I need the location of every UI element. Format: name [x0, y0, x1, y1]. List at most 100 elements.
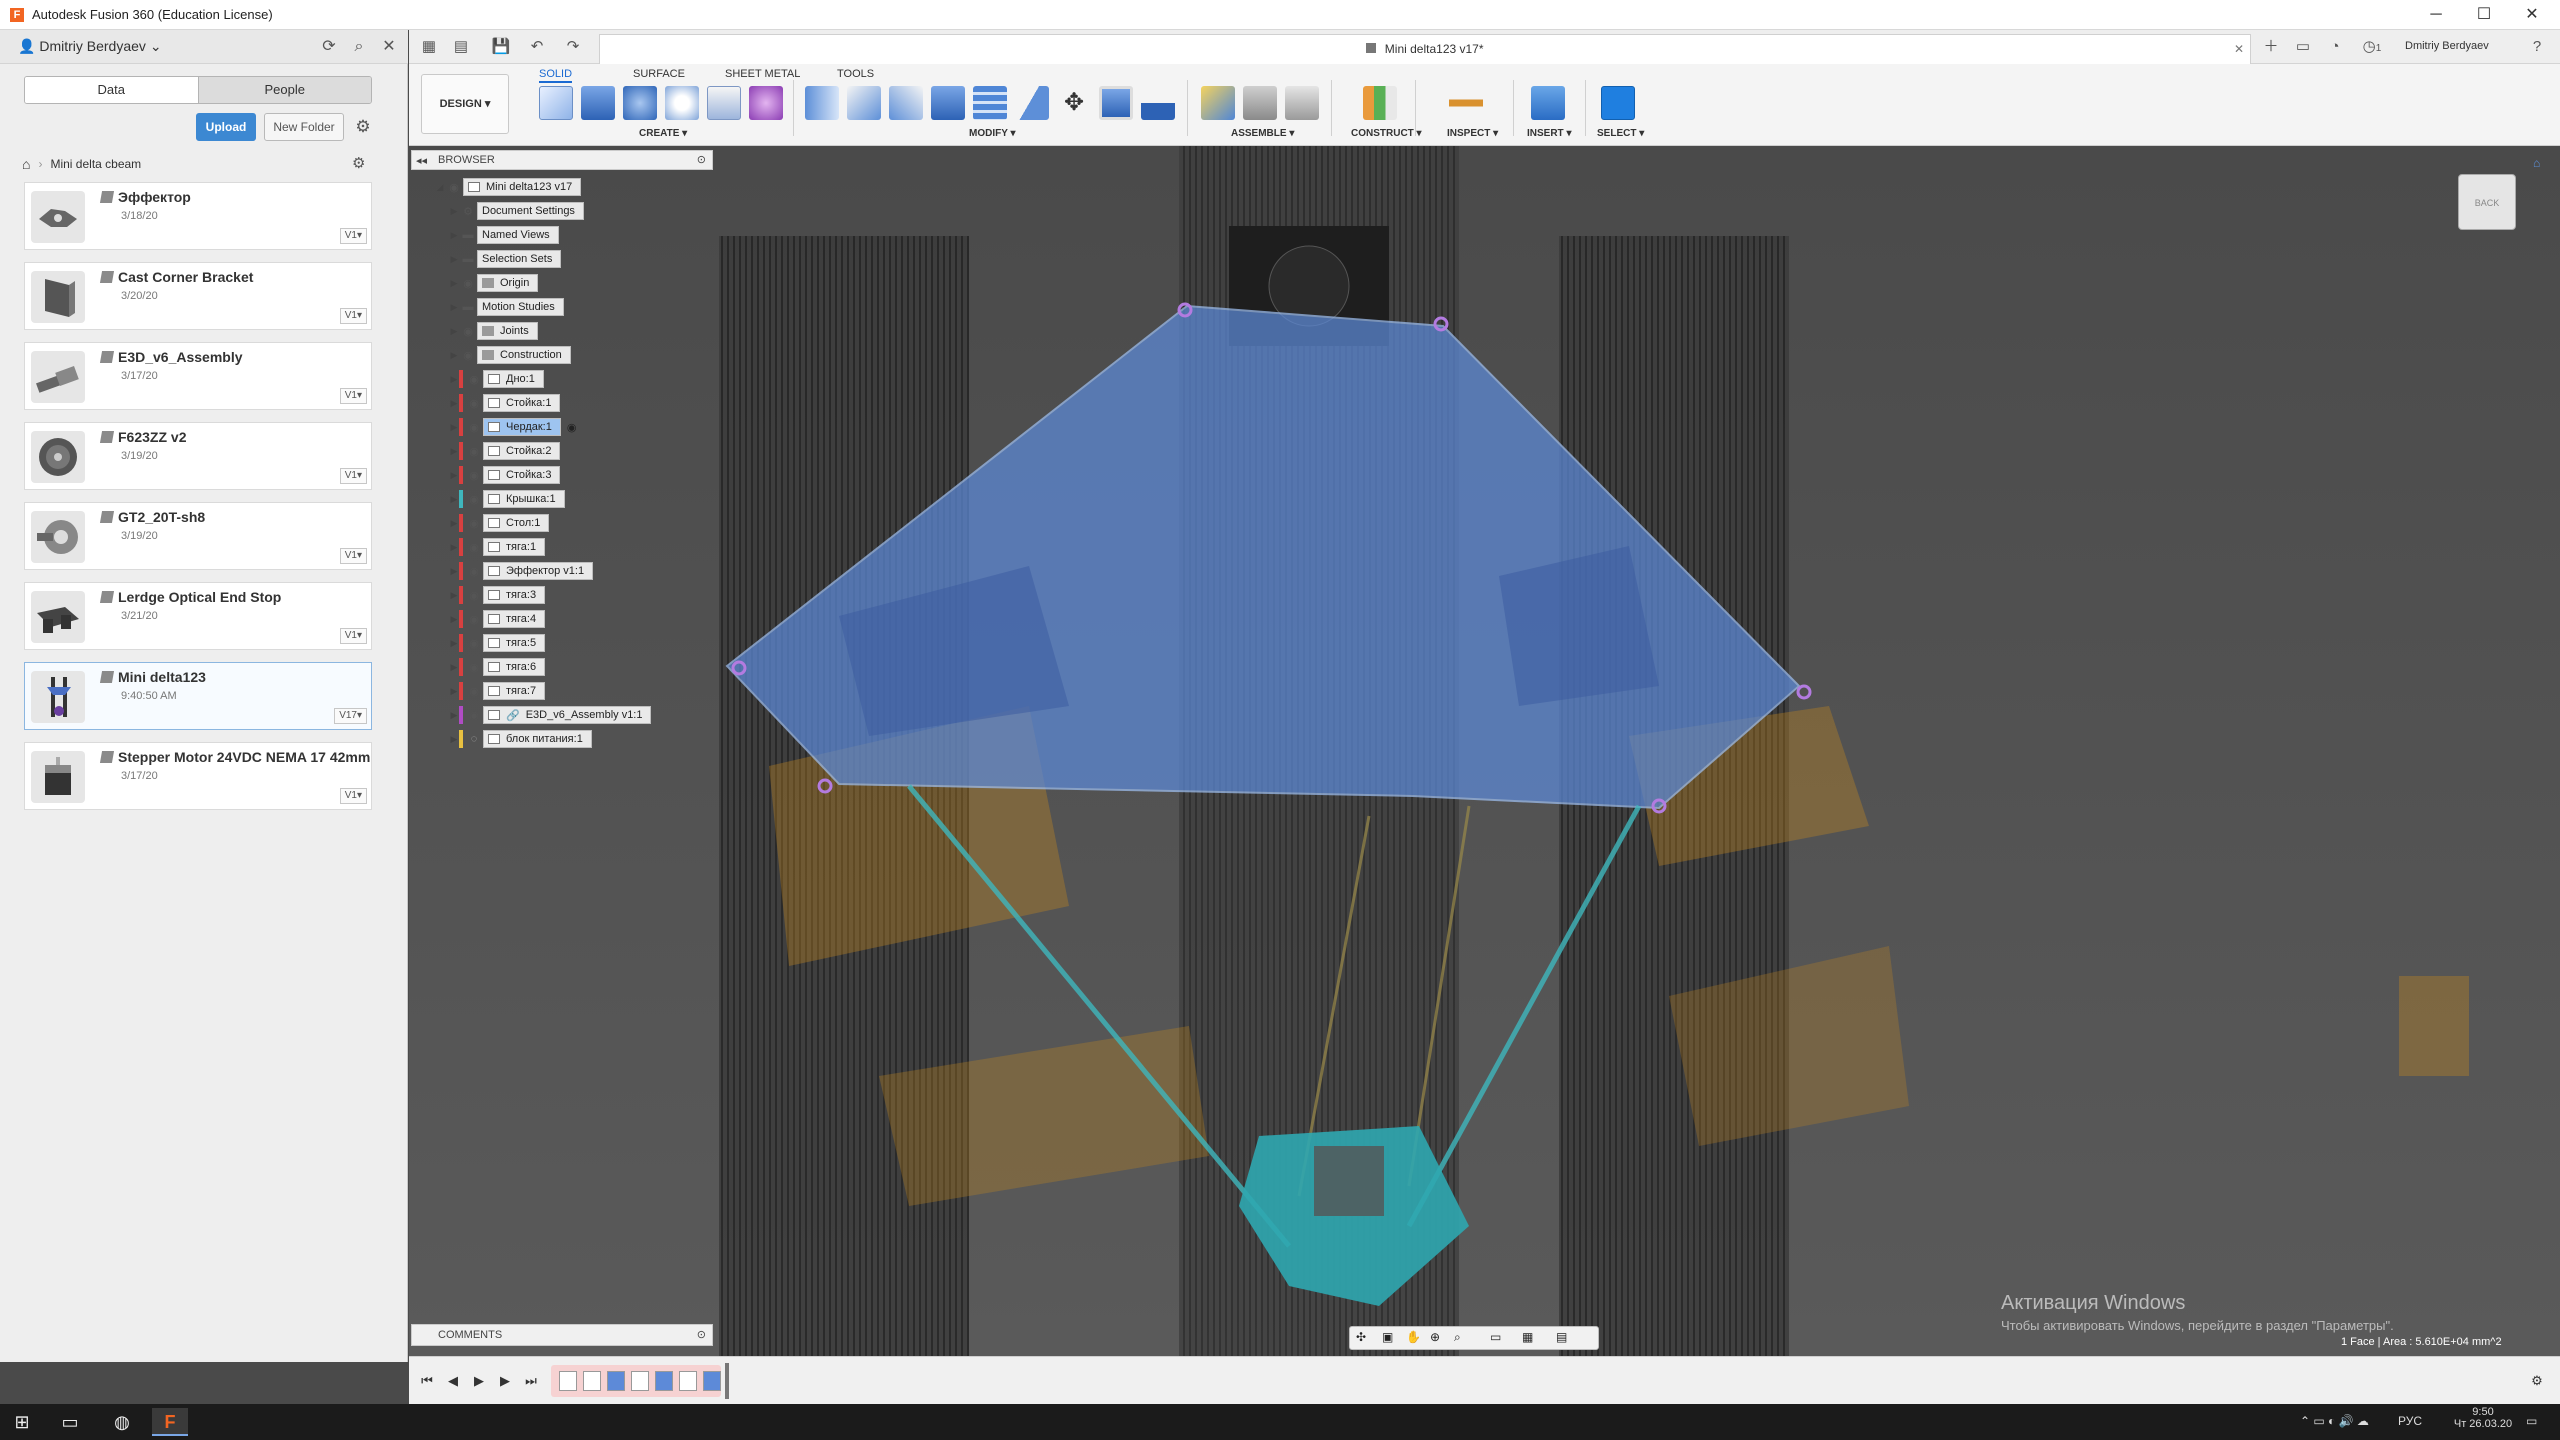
inspect-menu[interactable]: INSPECT ▾	[1447, 128, 1498, 139]
save-icon[interactable]: 💾	[489, 36, 513, 58]
account-menu[interactable]: Dmitriy Berdyaev	[2405, 40, 2489, 52]
expand-icon[interactable]: ▶	[449, 470, 459, 481]
expand-icon[interactable]: ▶	[449, 350, 459, 361]
version-badge[interactable]: V17▾	[334, 708, 367, 724]
select-icon[interactable]	[1601, 86, 1635, 120]
modify-menu[interactable]: MODIFY ▾	[969, 128, 1016, 139]
scale-icon[interactable]	[1099, 86, 1133, 120]
expand-icon[interactable]: ▶	[449, 302, 459, 313]
create-menu[interactable]: CREATE ▾	[639, 128, 687, 139]
visibility-icon[interactable]: ◉	[465, 589, 483, 602]
expand-icon[interactable]: ▶	[449, 710, 459, 721]
insert-image-icon[interactable]	[1531, 86, 1565, 120]
list-item[interactable]: Cast Corner Bracket 3/20/20 V1▾	[24, 262, 372, 330]
close-icon[interactable]: ✕	[378, 36, 400, 58]
expand-icon[interactable]: ▶	[449, 662, 459, 673]
orbit-icon[interactable]: ✣	[1356, 1330, 1366, 1344]
browser-node[interactable]: ▶ ◉ Construction	[449, 346, 571, 364]
browser-node[interactable]: ▶ ◉ Стойка:3	[449, 466, 561, 484]
redo-icon[interactable]: ↷	[561, 36, 585, 58]
browser-node[interactable]: ▶ ◉ Origin	[449, 274, 539, 292]
split-body-icon[interactable]	[1015, 86, 1049, 120]
version-badge[interactable]: V1▾	[339, 788, 367, 804]
undo-icon[interactable]: ↶	[525, 36, 549, 58]
fusion-taskbar-icon[interactable]: F	[152, 1408, 188, 1436]
chrome-icon[interactable]: ◍	[104, 1408, 140, 1436]
visibility-icon[interactable]: ◉	[459, 325, 477, 338]
comments-options-icon[interactable]: ⊙	[697, 1328, 706, 1341]
browser-node[interactable]: ▶ ◉ Стойка:2	[449, 442, 561, 460]
expand-icon[interactable]: ▶	[449, 566, 459, 577]
expand-icon[interactable]: ▶	[449, 614, 459, 625]
visibility-icon[interactable]: ◉	[465, 493, 483, 506]
version-badge[interactable]: V1▾	[339, 548, 367, 564]
grid-menu-icon[interactable]: ▦	[417, 36, 441, 58]
move-copy-icon[interactable]: ✥	[1057, 86, 1091, 120]
go-to-start-icon[interactable]: ⏮	[417, 1371, 437, 1391]
combine-icon[interactable]	[973, 86, 1007, 120]
timeline-feature[interactable]	[703, 1371, 721, 1391]
breadcrumb-project[interactable]: Mini delta cbeam	[50, 157, 141, 171]
clock[interactable]: 9:50 Чт 26.03.20	[2448, 1406, 2518, 1430]
close-button[interactable]: ✕	[2504, 0, 2560, 30]
version-badge[interactable]: V1▾	[339, 308, 367, 324]
browser-node[interactable]: ▶ ◉ 🔗 E3D_v6_Assembly v1:1	[449, 706, 652, 724]
new-tab-icon[interactable]: ＋	[2259, 36, 2283, 58]
browser-node[interactable]: ▶ ◉ Joints	[449, 322, 538, 340]
browser-node[interactable]: ▶ ◉ Стол:1	[449, 514, 550, 532]
visibility-icon[interactable]: ◉	[465, 685, 483, 698]
view-cube[interactable]: BACK	[2458, 174, 2516, 230]
visibility-icon[interactable]: ◉	[459, 349, 477, 362]
visibility-off-icon[interactable]: ◌	[465, 733, 483, 745]
new-folder-button[interactable]: New Folder	[264, 113, 344, 141]
browser-node-active[interactable]: ▶ ◉ Чердак:1 ◉	[449, 418, 576, 436]
version-badge[interactable]: V1▾	[339, 468, 367, 484]
expand-icon[interactable]: ◢	[435, 182, 445, 193]
browser-node[interactable]: ▶ ◌ блок питания:1	[449, 730, 592, 748]
as-built-joint-icon[interactable]	[1285, 86, 1319, 120]
expand-icon[interactable]: ▶	[449, 230, 459, 241]
visibility-icon[interactable]: ◉	[465, 445, 483, 458]
visibility-icon[interactable]: ◉	[465, 613, 483, 626]
visibility-icon[interactable]: ◉	[465, 373, 483, 386]
expand-icon[interactable]: ▶	[449, 422, 459, 433]
visibility-icon[interactable]: ◉	[445, 181, 463, 194]
visibility-icon[interactable]: ◉	[465, 661, 483, 674]
expand-icon[interactable]: ▶	[449, 638, 459, 649]
expand-icon[interactable]: ▶	[449, 542, 459, 553]
document-tab[interactable]: Mini delta123 v17* ✕	[599, 34, 2251, 64]
expand-icon[interactable]: ▶	[449, 398, 459, 409]
go-to-end-icon[interactable]: ⏭	[521, 1371, 541, 1391]
tray-icons[interactable]: ⌃ ▭ ◐ 🔊 ☁	[2300, 1414, 2369, 1428]
timeline-feature[interactable]	[607, 1371, 625, 1391]
list-item[interactable]: E3D_v6_Assembly 3/17/20 V1▾	[24, 342, 372, 410]
browser-node[interactable]: ▶ ◉ Стойка:1	[449, 394, 561, 412]
step-forward-icon[interactable]: ▶	[495, 1371, 515, 1391]
browser-node[interactable]: ▶ ◉ тяга:4	[449, 610, 546, 628]
expand-icon[interactable]: ▶	[449, 734, 459, 745]
play-icon[interactable]: ▶	[469, 1371, 489, 1391]
browser-node[interactable]: ▶ ◉ тяга:3	[449, 586, 546, 604]
timeline-feature[interactable]	[631, 1371, 649, 1391]
browser-node[interactable]: ▶ ◉ тяга:6	[449, 658, 546, 676]
extrude-icon[interactable]	[581, 86, 615, 120]
browser-node[interactable]: ▶ ⚙ Document Settings	[449, 202, 584, 220]
timeline-settings-icon[interactable]: ⚙	[2527, 1371, 2547, 1391]
browser-node[interactable]: ▶ ◉ Дно:1	[449, 370, 544, 388]
new-component-icon[interactable]	[1201, 86, 1235, 120]
visibility-icon[interactable]: ◉	[465, 397, 483, 410]
pattern-icon[interactable]	[707, 86, 741, 120]
list-item[interactable]: Эффектор 3/18/20 V1▾	[24, 182, 372, 250]
list-item[interactable]: Stepper Motor 24VDC NEMA 17 42mm 3/17/20…	[24, 742, 372, 810]
home-view-icon[interactable]: ⌂	[2533, 156, 2540, 170]
help-icon[interactable]: ?	[2525, 36, 2549, 58]
timeline-feature[interactable]	[679, 1371, 697, 1391]
construct-menu[interactable]: CONSTRUCT ▾	[1351, 128, 1422, 139]
joint-icon[interactable]	[1243, 86, 1277, 120]
tab-people[interactable]: People	[197, 77, 371, 103]
workspace-switcher[interactable]: DESIGN ▾	[421, 74, 509, 134]
list-item[interactable]: GT2_20T-sh8 3/19/20 V1▾	[24, 502, 372, 570]
insert-menu[interactable]: INSERT ▾	[1527, 128, 1571, 139]
tab-close-icon[interactable]: ✕	[2234, 35, 2244, 63]
visibility-icon[interactable]: ◉	[465, 541, 483, 554]
